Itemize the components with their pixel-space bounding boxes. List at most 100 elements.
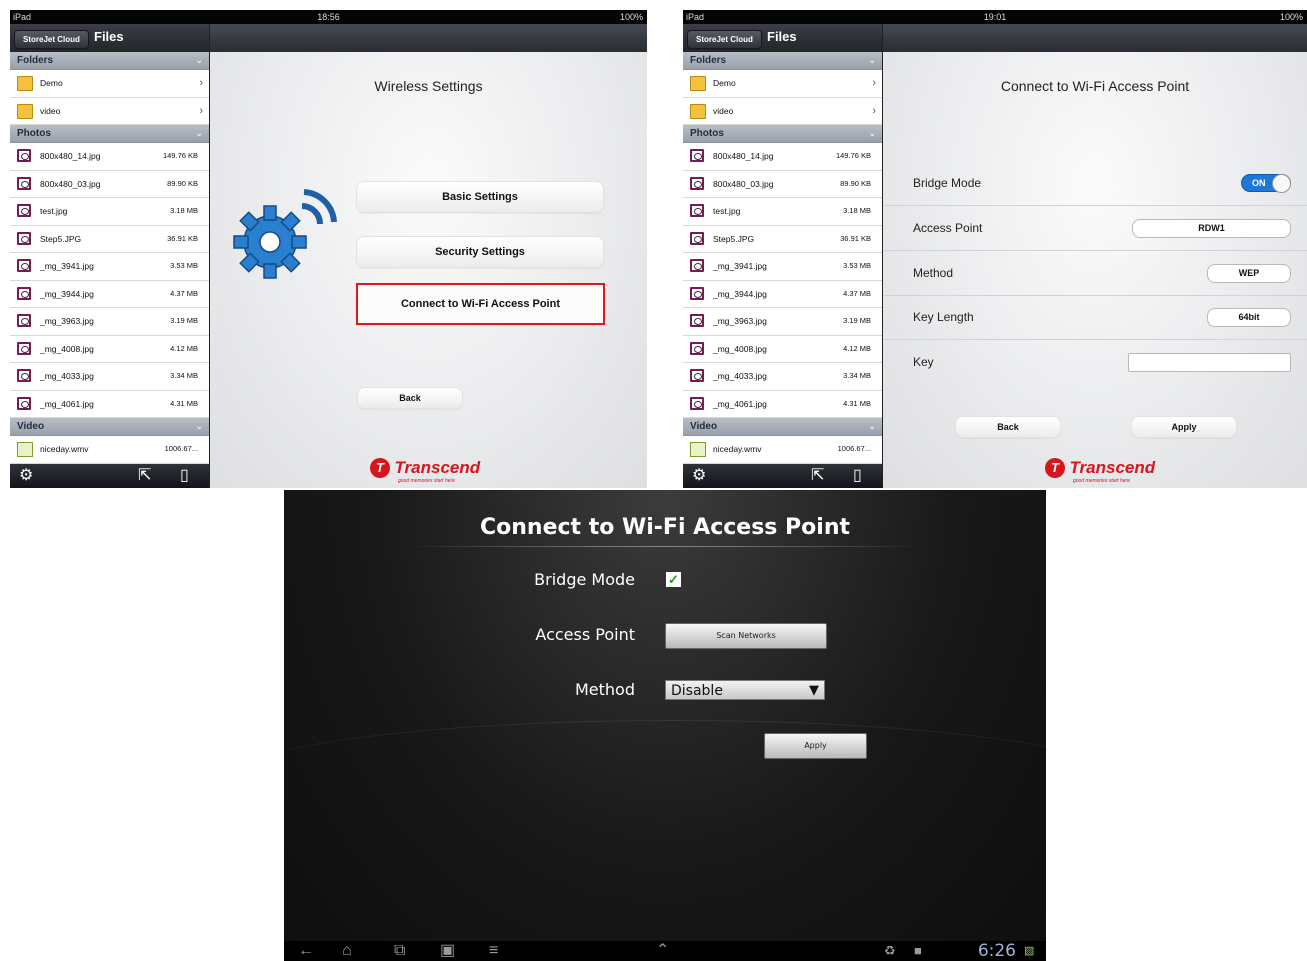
key-length-label: Key Length [913, 310, 974, 324]
photo-name: _mg_3944.jpg [713, 288, 767, 299]
photo-name: _mg_4061.jpg [713, 398, 767, 409]
section-label: Folders [690, 55, 727, 66]
photo-item[interactable]: _mg_4033.jpg 3.34 MB [10, 363, 209, 391]
bridge-mode-toggle[interactable]: ON [1241, 174, 1291, 193]
photo-size: 4.37 MB [170, 288, 198, 298]
share-icon[interactable]: ⇱ [138, 467, 151, 485]
video-name: niceday.wmv [40, 444, 89, 454]
photo-name: _mg_4033.jpg [713, 371, 767, 381]
photo-icon [690, 176, 704, 190]
photo-item[interactable]: _mg_3941.jpg 3.53 MB [683, 253, 882, 281]
bridge-mode-label: Bridge Mode [913, 176, 982, 190]
photo-size: 149.76 KB [835, 151, 871, 160]
photo-item[interactable]: 800x480_14.jpg 149.76 KB [683, 143, 882, 171]
apply-button[interactable]: Apply [764, 733, 867, 759]
photo-item[interactable]: _mg_4033.jpg 3.34 MB [683, 363, 882, 391]
device-icon[interactable]: ▯ [180, 467, 189, 485]
gear-icon[interactable]: ⚙ [19, 467, 33, 485]
screenshot-icon[interactable]: ▣ [440, 941, 455, 961]
background-swoosh [284, 720, 1046, 841]
photo-item[interactable]: _mg_3941.jpg 3.53 MB [10, 253, 209, 281]
photo-item[interactable]: _mg_4061.jpg 4.31 MB [10, 391, 209, 418]
section-header-folders[interactable]: Folders ⌄ [10, 52, 209, 70]
transcend-mark-icon: T [370, 458, 390, 478]
up-arrow-icon[interactable]: ⌃ [656, 941, 669, 961]
toggle-knob [1272, 174, 1291, 193]
section-header-photos[interactable]: Photos ⌄ [683, 125, 882, 143]
key-input[interactable] [1128, 353, 1291, 372]
photo-item[interactable]: 800x480_14.jpg 149.76 KB [10, 143, 209, 171]
photo-item[interactable]: 800x480_03.jpg 89.90 KB [10, 171, 209, 198]
folder-item[interactable]: Demo › [10, 70, 209, 98]
photo-item[interactable]: _mg_3944.jpg 4.37 MB [683, 281, 882, 308]
key-length-field[interactable]: 64bit [1207, 308, 1291, 327]
detail-topbar [210, 24, 647, 52]
photo-name: _mg_4033.jpg [40, 371, 94, 381]
menu-icon[interactable]: ≡ [489, 941, 498, 961]
photo-item[interactable]: _mg_3944.jpg 4.37 MB [10, 281, 209, 308]
photo-item[interactable]: _mg_3963.jpg 3.19 MB [10, 308, 209, 336]
key-label: Key [913, 355, 934, 369]
photo-name: _mg_3963.jpg [40, 316, 94, 326]
photo-item[interactable]: test.jpg 3.18 MB [10, 198, 209, 226]
method-select[interactable]: Disable ▼ [665, 680, 825, 700]
share-icon[interactable]: ⇱ [811, 467, 824, 485]
folder-item[interactable]: video › [10, 98, 209, 125]
photo-name: _mg_4008.jpg [713, 343, 767, 354]
sidebar-title: Files [94, 29, 124, 44]
storejet-cloud-button[interactable]: StoreJet Cloud [14, 30, 89, 49]
basic-settings-button[interactable]: Basic Settings [356, 181, 604, 213]
section-header-folders[interactable]: Folders ⌄ [683, 52, 882, 70]
back-button[interactable]: Back [955, 416, 1061, 438]
bridge-mode-row: Bridge Mode ON [883, 161, 1307, 206]
photo-item[interactable]: _mg_4061.jpg 4.31 MB [683, 391, 882, 418]
photo-item[interactable]: 800x480_03.jpg 89.90 KB [683, 171, 882, 198]
signal-battery-icon: ▧ [1024, 945, 1035, 957]
page-title: Wireless Settings [374, 78, 483, 94]
section-header-video[interactable]: Video ⌄ [683, 418, 882, 436]
detail-pane: Connect to Wi-Fi Access Point Bridge Mod… [883, 24, 1307, 488]
home-icon[interactable]: ⌂ [342, 941, 352, 961]
photo-size: 4.31 MB [843, 398, 871, 408]
photo-item[interactable]: _mg_4008.jpg 4.12 MB [10, 336, 209, 363]
storejet-cloud-button[interactable]: StoreJet Cloud [687, 30, 762, 49]
photo-item[interactable]: _mg_3963.jpg 3.19 MB [683, 308, 882, 336]
bridge-mode-checkbox[interactable]: ✓ [666, 572, 681, 587]
video-item[interactable]: niceday.wmv 1006.67... [683, 436, 882, 464]
android-nav-bar: ← ⌂ ⧉ ▣ ≡ ⌃ ♻ ■ 6:26 ▧ [284, 941, 1046, 961]
method-field[interactable]: WEP [1207, 264, 1291, 283]
section-header-video[interactable]: Video ⌄ [10, 418, 209, 436]
folder-item[interactable]: video › [683, 98, 882, 125]
security-settings-button[interactable]: Security Settings [356, 236, 604, 268]
photo-item[interactable]: Step5.JPG 36.91 KB [683, 226, 882, 253]
recent-apps-icon[interactable]: ⧉ [394, 941, 405, 961]
photo-size: 4.31 MB [170, 398, 198, 408]
photo-name: _mg_4061.jpg [40, 398, 94, 409]
connect-wifi-button[interactable]: Connect to Wi-Fi Access Point [356, 283, 605, 325]
apply-button[interactable]: Apply [1131, 416, 1237, 438]
files-sidebar: StoreJet Cloud Files Folders ⌄ Demo › vi… [10, 24, 210, 488]
photo-name: test.jpg [713, 206, 741, 216]
scan-networks-button[interactable]: Scan Networks [665, 623, 827, 649]
back-button[interactable]: Back [357, 387, 463, 409]
chevron-right-icon: › [872, 104, 876, 117]
photo-name: 800x480_14.jpg [713, 151, 774, 161]
section-header-photos[interactable]: Photos ⌄ [10, 125, 209, 143]
photo-icon [17, 369, 31, 382]
device-icon[interactable]: ▯ [853, 467, 862, 485]
video-item[interactable]: niceday.wmv 1006.67... [10, 436, 209, 464]
photo-item[interactable]: Step5.JPG 36.91 KB [10, 226, 209, 253]
folder-item[interactable]: Demo › [683, 70, 882, 98]
photo-item[interactable]: test.jpg 3.18 MB [683, 198, 882, 226]
brand-tagline: good memories start here [1073, 478, 1130, 484]
gear-icon[interactable]: ⚙ [692, 467, 706, 485]
photo-item[interactable]: _mg_4008.jpg 4.12 MB [683, 336, 882, 363]
chevron-right-icon: › [872, 77, 876, 89]
dropdown-caret-icon: ▼ [809, 683, 819, 698]
transcend-logo: T Transcend good memories start here [1045, 458, 1155, 484]
photo-size: 3.18 MB [170, 206, 198, 215]
back-icon[interactable]: ← [298, 941, 314, 961]
access-point-field[interactable]: RDW1 [1132, 219, 1291, 238]
folder-icon [690, 76, 706, 91]
photo-name: Step5.JPG [713, 233, 755, 244]
